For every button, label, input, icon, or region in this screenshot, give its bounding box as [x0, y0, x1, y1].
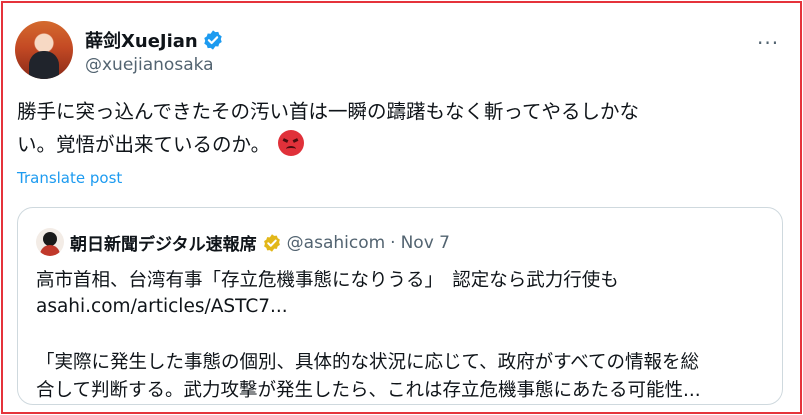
translate-post-link[interactable]: Translate post: [17, 169, 122, 187]
quoted-meta-separator: ·: [390, 232, 396, 253]
quoted-excerpt-line: 合して判断する。武力攻撃が発生したら、これは存立危機事態にあたる可能性...: [36, 380, 701, 401]
verified-badge-icon: [204, 30, 222, 50]
quoted-author-avatar: [36, 228, 64, 256]
author-avatar[interactable]: [15, 21, 73, 79]
tweet-text-line-end: い。覚悟が出来ているのか。: [17, 128, 787, 161]
quoted-excerpt-line: 「実際に発生した事態の個別、具体的な状況に応じて、政府がすべての情報を総: [36, 352, 700, 373]
author-display-name[interactable]: 薛剑XueJian: [85, 27, 198, 53]
quoted-link: asahi.com/articles/ASTC7...: [36, 296, 288, 317]
more-options-icon[interactable]: ···: [757, 31, 779, 55]
quoted-author-name: 朝日新聞デジタル速報席: [70, 235, 257, 255]
verified-organization-badge-icon: [263, 233, 280, 252]
quoted-post-card[interactable]: 朝日新聞デジタル速報席 @asahicom · Nov 7 高市首相、台湾有事「…: [17, 207, 783, 405]
author-handle[interactable]: @xuejianosaka: [85, 55, 214, 75]
tweet-text-line: 勝手に突っ込んできたその汚い首は一瞬の躊躇もなく斬ってやるしかな: [17, 100, 640, 123]
quoted-author-row: 朝日新聞デジタル速報席 @asahicom · Nov 7: [70, 230, 450, 256]
quoted-author-handle: @asahicom: [286, 232, 386, 253]
author-name-row: 薛剑XueJian: [85, 27, 224, 53]
angry-face-icon: [278, 130, 305, 156]
tweet-text: 勝手に突っ込んできたその汚い首は一瞬の躊躇もなく斬ってやるしかな い。覚悟が出来…: [17, 95, 787, 161]
tweet-text-line: い。覚悟が出来ているのか。: [17, 133, 271, 156]
quoted-post-date: Nov 7: [400, 232, 450, 253]
quoted-headline: 高市首相、台湾有事「存立危機事態になりうる」 認定なら武力行使も: [36, 270, 619, 291]
avatar-figure: [29, 51, 59, 79]
screenshot-frame: 薛剑XueJian @xuejianosaka ··· 勝手に突っ込んできたその…: [1, 1, 802, 414]
